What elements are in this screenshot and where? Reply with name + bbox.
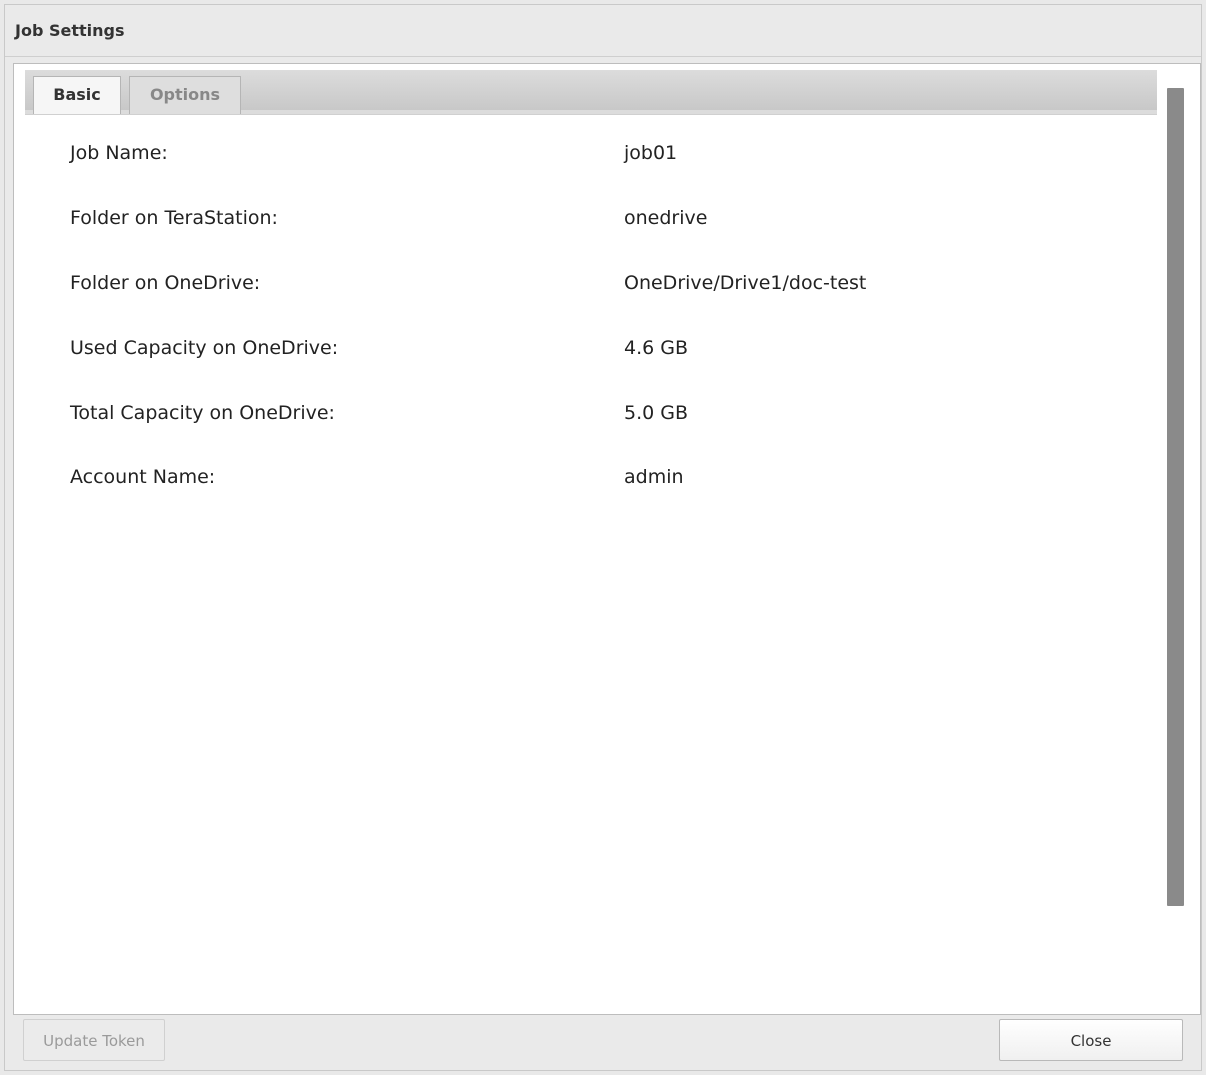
used-capacity-label: Used Capacity on OneDrive:: [70, 337, 339, 359]
account-name-value: admin: [624, 466, 684, 488]
terastation-folder-label: Folder on TeraStation:: [70, 207, 278, 229]
account-name-label: Account Name:: [70, 466, 216, 488]
job-settings-dialog: Job Settings Basic Options Job Name: job…: [4, 4, 1202, 1071]
tab-strip: Basic Options: [25, 70, 1157, 114]
content-frame: Basic Options Job Name: job01 Folder on …: [13, 63, 1201, 1015]
update-token-button[interactable]: Update Token: [23, 1019, 165, 1061]
total-capacity-label: Total Capacity on OneDrive:: [70, 402, 335, 424]
onedrive-folder-value: OneDrive/Drive1/doc-test: [624, 272, 867, 294]
vertical-scrollbar-thumb[interactable]: [1167, 88, 1184, 906]
job-name-label: Job Name:: [70, 142, 168, 164]
tab-basic[interactable]: Basic: [33, 76, 121, 114]
onedrive-folder-label: Folder on OneDrive:: [70, 272, 261, 294]
tab-divider: [25, 114, 1157, 115]
tab-options[interactable]: Options: [129, 76, 241, 114]
title-bar: Job Settings: [5, 5, 1201, 57]
dialog-title: Job Settings: [15, 21, 125, 40]
used-capacity-value: 4.6 GB: [624, 337, 689, 359]
total-capacity-value: 5.0 GB: [624, 402, 689, 424]
close-button[interactable]: Close: [999, 1019, 1183, 1061]
terastation-folder-value: onedrive: [624, 207, 708, 229]
job-name-value: job01: [624, 142, 678, 164]
